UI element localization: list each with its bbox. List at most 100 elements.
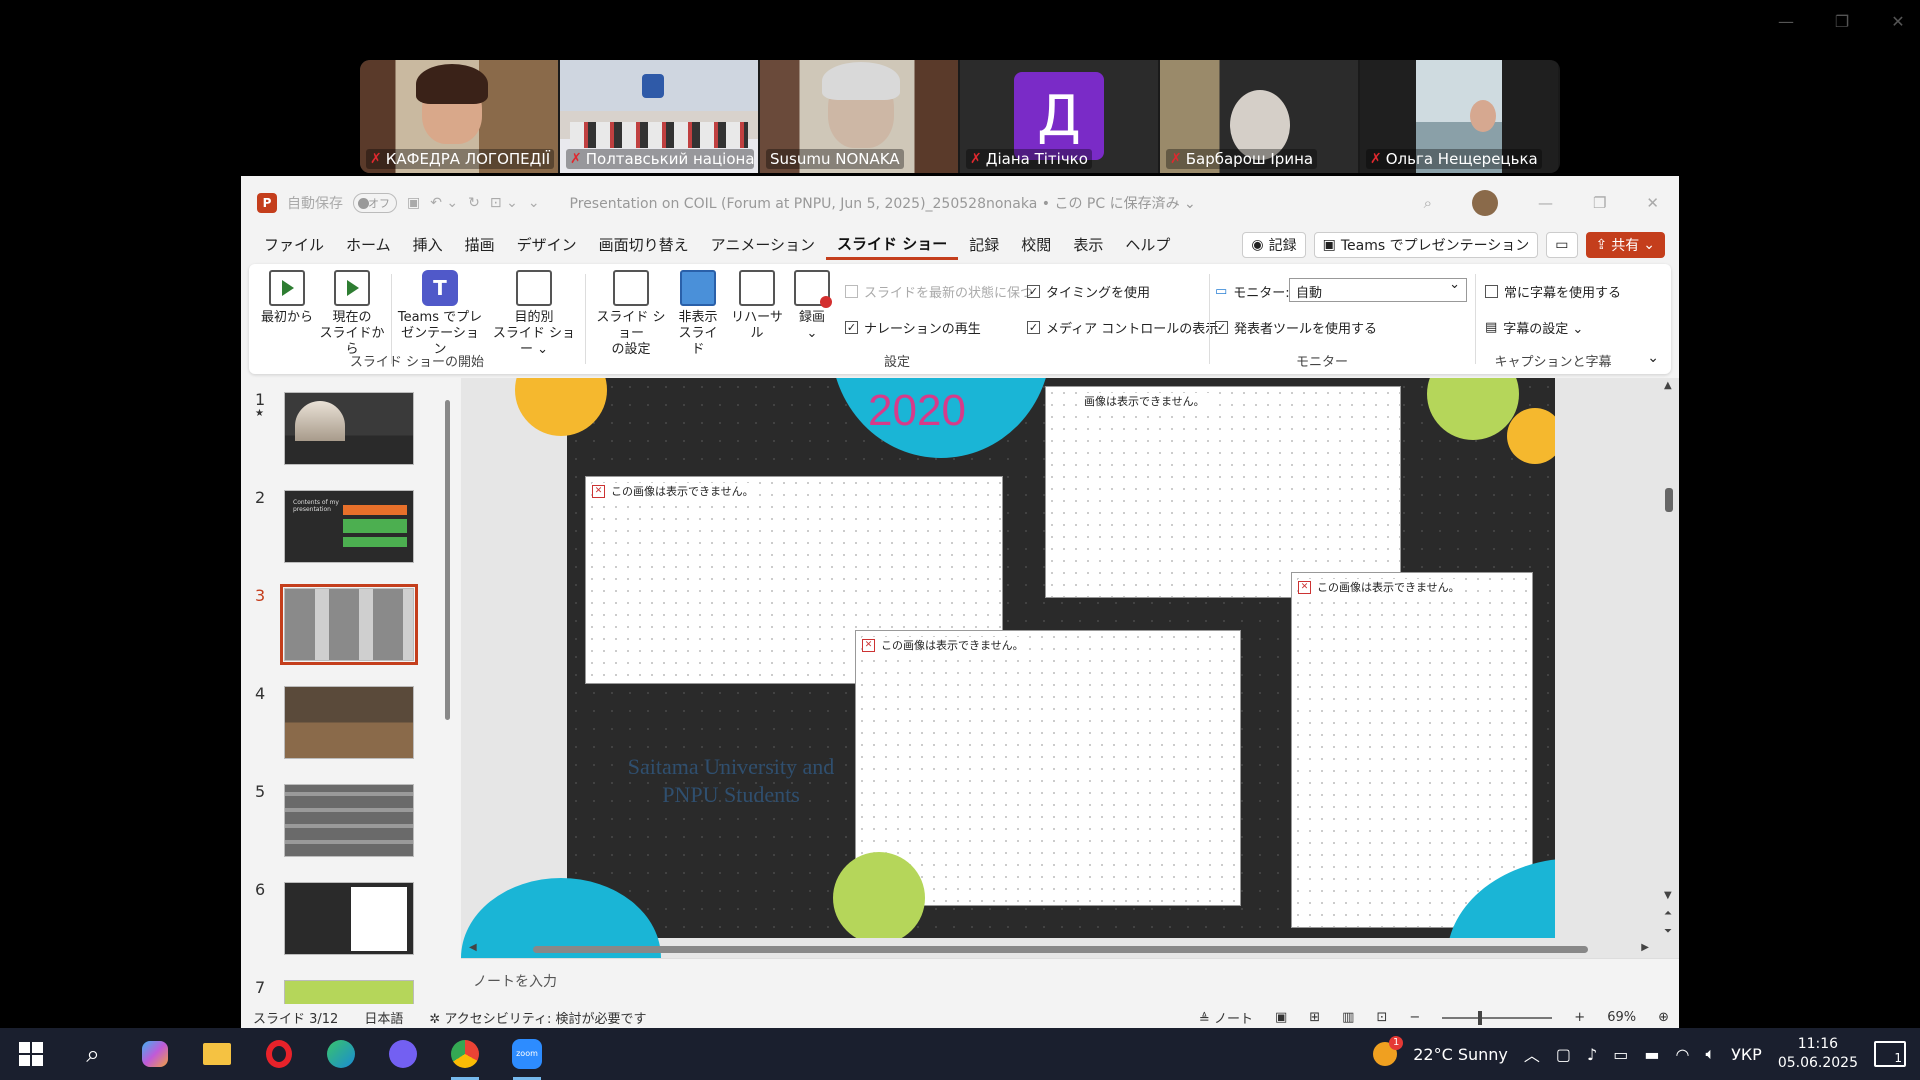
tab-5[interactable]: 画面切り替え <box>588 230 700 260</box>
tab-9[interactable]: 校閲 <box>1010 230 1062 260</box>
tab-2[interactable]: 挿入 <box>402 230 454 260</box>
share-button[interactable]: ⇪ 共有 ⌄ <box>1585 232 1665 258</box>
tab-0[interactable]: ファイル <box>253 230 335 260</box>
tab-4[interactable]: デザイン <box>506 230 588 260</box>
viber-icon[interactable] <box>383 1034 423 1074</box>
weather-icon[interactable] <box>1373 1036 1404 1066</box>
zoom-level[interactable]: 69% <box>1607 1010 1636 1025</box>
accessibility-status[interactable]: ✲ アクセシビリティ: 検討が必要です <box>429 1008 646 1027</box>
thumbnails-scrollbar[interactable] <box>442 388 452 998</box>
slide-thumbnail-1[interactable] <box>284 392 414 465</box>
normal-view-icon[interactable]: ▣ <box>1275 1010 1287 1025</box>
slide-sorter-icon[interactable]: ⊞ <box>1309 1010 1320 1025</box>
reading-view-icon[interactable]: ▥ <box>1342 1010 1354 1025</box>
slide-thumbnail-4[interactable] <box>284 686 414 759</box>
slide-thumbnail-6[interactable] <box>284 882 414 955</box>
participant-tile[interactable]: ✗ КАФЕДРА ЛОГОПЕДІЇ <box>360 60 558 173</box>
record-icon: ◉ <box>1251 237 1264 253</box>
zoom-slider[interactable] <box>1442 1010 1553 1025</box>
microphone-icon[interactable]: ♪ <box>1587 1045 1597 1064</box>
participant-tile-active-speaker[interactable]: Susumu NONAKA <box>760 60 958 173</box>
zoom-in-icon[interactable]: + <box>1574 1010 1585 1025</box>
minimize-icon[interactable]: — <box>1538 194 1553 212</box>
slideshow-view-icon[interactable]: ⊡ <box>1376 1010 1387 1025</box>
edge-icon[interactable] <box>321 1034 361 1074</box>
collapse-ribbon-icon[interactable]: ⌄ <box>1647 350 1659 366</box>
slide-thumbnail-2[interactable]: Contents of my presentation <box>284 490 414 563</box>
autosave-toggle[interactable]: オフ <box>353 193 397 213</box>
slide-horizontal-scrollbar[interactable]: ◀ ▶ <box>467 942 1657 956</box>
search-icon[interactable]: ⌕ <box>73 1034 113 1074</box>
slide-thumbnail-3[interactable] <box>280 584 418 665</box>
next-slide-icon[interactable]: ⏷ <box>1664 926 1672 937</box>
tab-7[interactable]: スライド ショー <box>826 230 959 260</box>
wifi-icon[interactable]: ◠ <box>1675 1045 1689 1064</box>
start-button[interactable] <box>11 1034 51 1074</box>
image-placeholder[interactable]: ✕ この画像は表示できません。 <box>855 630 1241 906</box>
close-icon[interactable]: ✕ <box>1646 194 1659 212</box>
chrome-icon[interactable] <box>445 1034 485 1080</box>
image-placeholder[interactable]: 画像は表示できません。 <box>1045 386 1401 598</box>
tab-3[interactable]: 描画 <box>454 230 506 260</box>
copilot-icon[interactable] <box>135 1034 175 1074</box>
opera-icon[interactable] <box>259 1034 299 1074</box>
customize-qat-icon[interactable]: ⌄ <box>528 195 540 211</box>
screen-share-icon[interactable]: ▭ <box>1613 1045 1628 1064</box>
language-indicator[interactable]: 日本語 <box>364 1008 403 1027</box>
scroll-down-icon[interactable]: ▼ <box>1664 890 1672 901</box>
record-button[interactable]: ◉ 記録 <box>1242 232 1306 258</box>
participant-tile[interactable]: ✗ Ольга Нещерецька <box>1360 60 1558 173</box>
participant-tile[interactable]: ✗ Полтавський націона... <box>560 60 758 173</box>
slide-vertical-scrollbar[interactable]: ▲ ▼ ⏶ ⏷ <box>1663 378 1675 958</box>
comments-button[interactable]: ▭ <box>1546 232 1578 258</box>
search-icon[interactable]: ⌕ <box>1424 194 1432 212</box>
save-icon[interactable]: ▣ <box>407 195 420 211</box>
minimize-icon[interactable]: — <box>1776 12 1796 31</box>
star-icon: ★ <box>255 408 264 419</box>
teams-present-button[interactable]: ▣ Teams でプレゼンテーション <box>1313 232 1539 258</box>
chevron-down-icon: ⌄ <box>1643 237 1655 253</box>
participant-tile[interactable]: ✗ Барбарош Ірина <box>1160 60 1358 173</box>
volume-icon[interactable]: 🔈︎ <box>1705 1044 1715 1064</box>
notification-icon[interactable]: 1 <box>1874 1041 1906 1067</box>
slide-caption-text[interactable]: Saitama University and PNPU Students <box>621 753 841 809</box>
input-language[interactable]: УКР <box>1731 1045 1762 1064</box>
participant-tile[interactable]: Д ✗ Діана Тітічко <box>960 60 1158 173</box>
scroll-up-icon[interactable]: ▲ <box>1664 380 1672 391</box>
close-icon[interactable]: ✕ <box>1888 12 1908 31</box>
file-explorer-icon[interactable] <box>197 1034 237 1074</box>
notes-button[interactable]: ≜ ノート <box>1199 1008 1253 1027</box>
meet-now-icon[interactable]: ▢ <box>1556 1045 1571 1064</box>
thumb-title: Contents of my presentation <box>293 499 339 513</box>
title-bar: P 自動保存 オフ ▣ ↶ ⌄ ↻ ⊡ ⌄ ⌄ Presentation on … <box>241 176 1679 230</box>
previous-slide-icon[interactable]: ⏶ <box>1664 908 1672 919</box>
tab-1[interactable]: ホーム <box>335 230 402 260</box>
restore-icon[interactable]: ❐ <box>1832 12 1852 31</box>
redo-icon[interactable]: ↻ <box>468 195 480 211</box>
slide-year-title[interactable]: 2020 <box>817 386 1017 436</box>
avatar[interactable] <box>1471 190 1498 216</box>
slide-thumbnail-5[interactable] <box>284 784 414 857</box>
zoom-app-icon[interactable]: zoom <box>507 1034 547 1080</box>
tab-8[interactable]: 記録 <box>958 230 1010 260</box>
document-title[interactable]: Presentation on COIL (Forum at PNPU, Jun… <box>570 193 1196 213</box>
tab-11[interactable]: ヘルプ <box>1114 230 1181 260</box>
slide-canvas[interactable]: 2020 画像は表示できません。 ✕ この画像は表示できません。 ✕ この画像は表示… <box>567 378 1555 938</box>
image-placeholder[interactable]: ✕ この画像は表示できません。 <box>1291 572 1533 928</box>
undo-icon[interactable]: ↶ ⌄ <box>430 195 458 211</box>
present-icon[interactable]: ⊡ ⌄ <box>490 195 518 211</box>
scroll-right-icon[interactable]: ▶ <box>1641 942 1649 953</box>
broken-image-icon: ✕ <box>1298 580 1311 594</box>
scroll-left-icon[interactable]: ◀ <box>469 942 477 953</box>
tab-10[interactable]: 表示 <box>1062 230 1114 260</box>
restore-icon[interactable]: ❐ <box>1593 194 1606 212</box>
fit-to-window-icon[interactable]: ⊕ <box>1658 1010 1669 1025</box>
notes-input[interactable]: ノートを入力 <box>461 958 1679 1004</box>
clock[interactable]: 11:16 05.06.2025 <box>1778 1035 1858 1073</box>
zoom-out-icon[interactable]: − <box>1409 1010 1420 1025</box>
weather-text[interactable]: 22°C Sunny <box>1413 1045 1508 1064</box>
tab-6[interactable]: アニメーション <box>700 230 826 260</box>
chevron-up-icon[interactable]: ︿ <box>1524 1042 1540 1066</box>
participant-hair <box>822 62 900 100</box>
battery-icon[interactable]: ▬ <box>1644 1045 1659 1064</box>
